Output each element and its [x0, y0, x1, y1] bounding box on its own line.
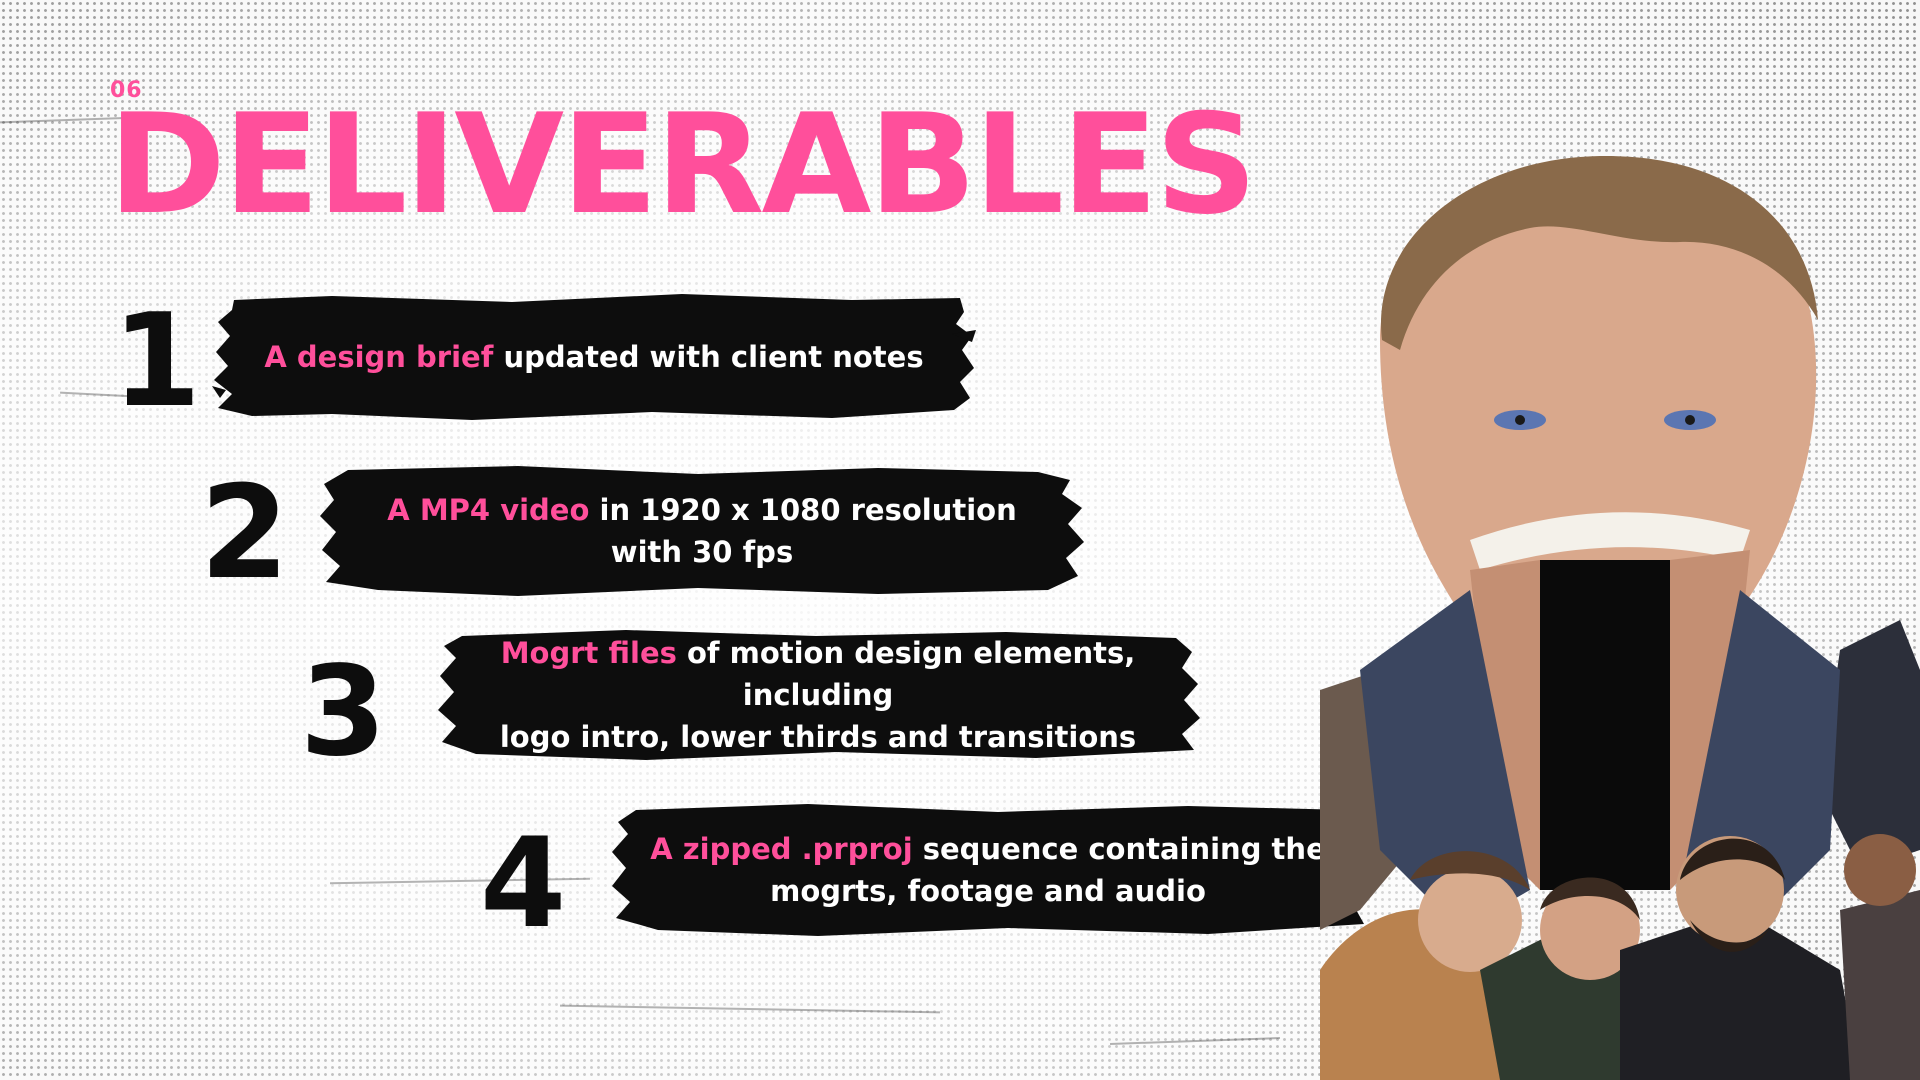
deliverable-line1: updated with client notes — [493, 339, 924, 374]
deliverable-number: 1 — [112, 287, 202, 436]
deliverable-item: A MP4 video in 1920 x 1080 resolution wi… — [318, 462, 1086, 600]
deliverable-highlight: A design brief — [264, 339, 494, 374]
deliverable-line1: sequence containing the — [912, 831, 1326, 866]
deliverable-item: A design brief updated with client notes — [212, 290, 976, 424]
deliverable-line1: of motion design elements, including — [676, 635, 1136, 712]
page-title: DELIVERABLES — [108, 84, 1257, 245]
deliverable-highlight: Mogrt files — [500, 635, 677, 670]
deliverable-text: A zipped .prproj sequence containing the… — [610, 828, 1366, 912]
deliverable-highlight: A zipped .prproj — [650, 831, 913, 866]
deliverable-line2: logo intro, lower thirds and transitions — [499, 720, 1137, 755]
deliverable-number: 2 — [200, 459, 290, 608]
deliverable-number: 3 — [300, 640, 387, 784]
deliverable-text: Mogrt files of motion design elements, i… — [436, 632, 1200, 758]
deliverable-text: A design brief updated with client notes — [224, 336, 963, 378]
deliverable-item: A zipped .prproj sequence containing the… — [608, 800, 1368, 940]
character-collage-icon — [1320, 155, 1920, 1080]
deliverable-line1: in 1920 x 1080 resolution — [589, 492, 1017, 527]
character-collage-illustration — [1320, 150, 1920, 1080]
deliverable-line2: with 30 fps — [610, 535, 794, 569]
deliverable-line2: mogrts, footage and audio — [770, 874, 1206, 908]
deliverable-number: 4 — [480, 812, 567, 956]
deliverable-item: Mogrt files of motion design elements, i… — [436, 626, 1200, 764]
deliverable-highlight: A MP4 video — [387, 492, 590, 527]
deliverable-text: A MP4 video in 1920 x 1080 resolution wi… — [347, 489, 1056, 573]
slide: 06 DELIVERABLES 1 A design brief updated… — [0, 0, 1920, 1080]
